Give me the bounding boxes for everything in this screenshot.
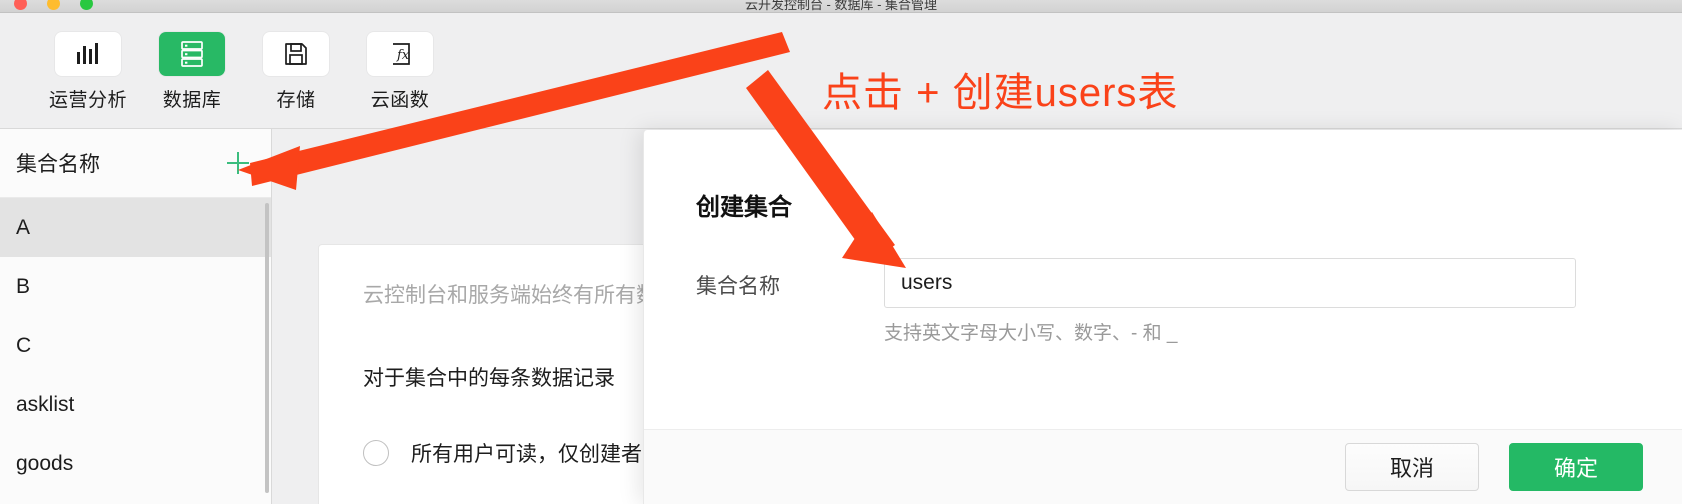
toolbar-label-database: 数据库 [162, 90, 222, 111]
collection-name-hint: 支持英文字母大小写、数字、- 和 _ [884, 323, 1178, 344]
sidebar-item-goods[interactable]: goods [0, 434, 271, 493]
toolbar-label-operations: 运营分析 [48, 90, 127, 111]
app-window: 云开发控制台 - 数据库 - 集合管理 运营分析 数据库 存储 fx 云函数 集… [0, 0, 1682, 504]
sidebar-item-asklist[interactable]: asklist [0, 375, 271, 434]
sidebar-item-b[interactable]: B [0, 257, 271, 316]
collection-name-label: 集合名称 [696, 275, 780, 298]
confirm-button-label: 确定 [1553, 456, 1598, 481]
floppy-disk-icon [263, 32, 329, 76]
sidebar-header: 集合名称 [0, 129, 271, 198]
sidebar-item-label: asklist [16, 392, 75, 416]
sidebar-item-c[interactable]: C [0, 316, 271, 375]
sidebar-header-title: 集合名称 [16, 153, 100, 176]
toolbar-item-cloud-functions[interactable]: fx 云函数 [348, 32, 452, 112]
confirm-button[interactable]: 确定 [1509, 443, 1643, 491]
sidebar-item-a[interactable]: A [0, 198, 271, 257]
toolbar-label-storage: 存储 [276, 90, 316, 111]
collections-sidebar: 集合名称 A B C asklist goods [0, 129, 272, 504]
create-collection-dialog: 创建集合 集合名称 支持英文字母大小写、数字、- 和 _ 取消 确定 [643, 130, 1682, 504]
toolbar-item-storage[interactable]: 存储 [244, 32, 348, 112]
toolbar-item-operations[interactable]: 运营分析 [36, 32, 140, 112]
add-collection-plus-icon[interactable] [227, 152, 249, 174]
cancel-button-label: 取消 [1389, 456, 1434, 481]
toolbar-label-cloud-functions: 云函数 [370, 90, 430, 111]
toolbar-item-database[interactable]: 数据库 [140, 32, 244, 112]
svg-text:fx: fx [396, 48, 410, 63]
sidebar-item-label: A [16, 215, 31, 239]
collection-name-form-row: 集合名称 支持英文字母大小写、数字、- 和 _ [696, 258, 1642, 345]
collection-name-input[interactable] [884, 258, 1576, 308]
bar-chart-icon [55, 32, 121, 76]
database-icon [159, 32, 225, 76]
dialog-title: 创建集合 [696, 194, 792, 221]
window-title: 云开发控制台 - 数据库 - 集合管理 [744, 0, 938, 12]
cancel-button[interactable]: 取消 [1345, 443, 1479, 491]
sidebar-item-label: goods [16, 451, 74, 475]
sidebar-scrollbar[interactable] [265, 203, 269, 493]
radio-button-icon[interactable] [363, 440, 389, 467]
fx-function-icon: fx [367, 32, 433, 76]
dialog-footer: 取消 确定 [644, 429, 1682, 504]
sidebar-item-label: C [16, 333, 32, 357]
app-toolbar: 运营分析 数据库 存储 fx 云函数 [0, 13, 1682, 129]
collection-name-field-wrap: 支持英文字母大小写、数字、- 和 _ [884, 258, 1642, 345]
window-titlebar: 云开发控制台 - 数据库 - 集合管理 [0, 0, 1682, 13]
sidebar-item-label: B [16, 274, 31, 298]
